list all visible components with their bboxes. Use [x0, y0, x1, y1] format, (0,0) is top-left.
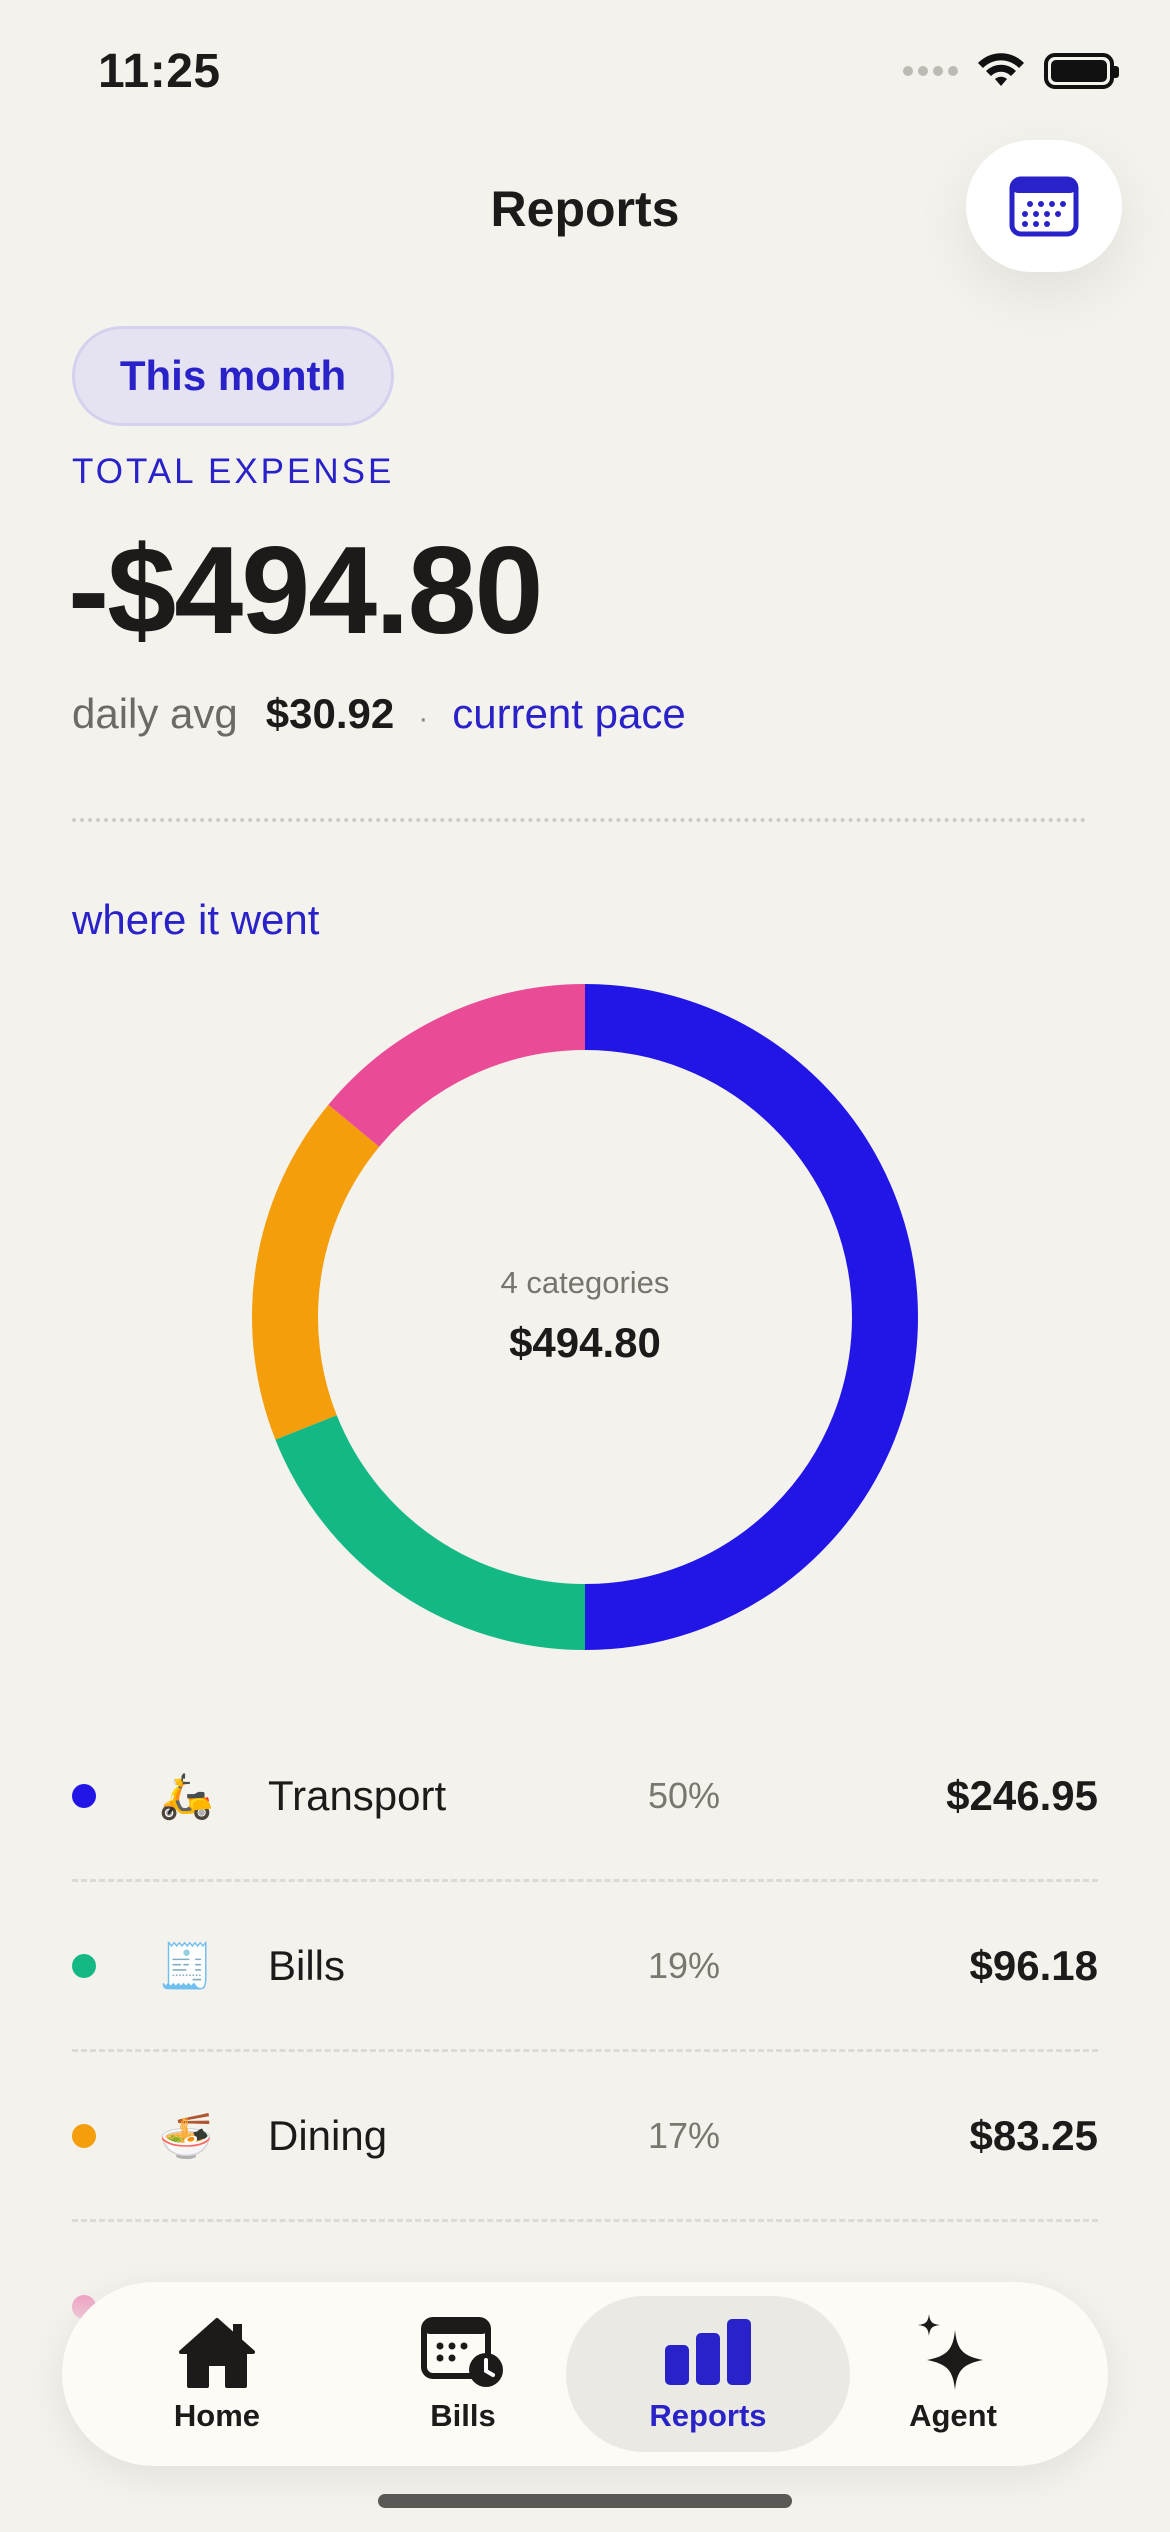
daily-average-row: daily avg $30.92 · current pace [72, 690, 686, 738]
tab-reports[interactable]: Reports [566, 2296, 850, 2452]
bills-color-dot [72, 1953, 96, 1978]
tab-bills[interactable]: Bills [348, 2296, 578, 2452]
home-indicator [378, 2494, 792, 2508]
category-name: Dining [268, 2111, 388, 2159]
category-name: Bills [268, 1941, 346, 1989]
scooter-icon: 🛵 [158, 1771, 214, 1821]
category-percent: 50% [648, 1774, 721, 1816]
category-percent: 19% [648, 1944, 721, 1986]
battery-icon [1044, 53, 1119, 89]
category-row-bills[interactable]: 🧾 Bills 19% $96.18 [72, 1882, 1098, 2052]
tab-bar: Home Bills Reports Agent [62, 2282, 1108, 2466]
donut-slice-bills [275, 1414, 586, 1650]
tab-label: Bills [430, 2398, 496, 2433]
range-selector[interactable]: This month [72, 326, 394, 426]
total-expense-label: TOTAL EXPENSE [72, 452, 395, 491]
category-count: 4 categories [500, 1265, 670, 1300]
current-pace-link[interactable]: current pace [452, 690, 685, 738]
category-name: Transport [268, 1771, 447, 1819]
category-row-transport[interactable]: 🛵 Transport 50% $246.95 [72, 1712, 1098, 1882]
status-icons [903, 52, 1119, 90]
sparkle-icon [918, 2314, 983, 2390]
tab-label: Agent [909, 2398, 997, 2433]
where-it-went-label: where it went [72, 896, 320, 943]
tab-label: Reports [649, 2398, 767, 2433]
wifi-icon [978, 53, 1024, 86]
daily-avg-value: $30.92 [265, 690, 395, 737]
separator-dot: · [418, 702, 429, 735]
category-row-dining[interactable]: 🍜 Dining 17% $83.25 [72, 2052, 1098, 2222]
total-expense-amount: -$494.80 [68, 522, 544, 660]
noodles-icon: 🍜 [158, 2111, 214, 2161]
donut-center: 4 categories $494.80 [250, 1265, 920, 1367]
dining-color-dot [72, 2123, 96, 2148]
home-icon [179, 2318, 255, 2388]
cellular-signal-icon [903, 66, 958, 76]
category-amount: $246.95 [946, 1771, 1098, 1819]
section-divider [72, 818, 1086, 822]
daily-avg-label: daily avg [72, 690, 238, 737]
bar-chart-icon [665, 2319, 751, 2385]
donut-slice-other [328, 984, 586, 1148]
tab-label: Home [173, 2398, 261, 2433]
receipt-icon: 🧾 [158, 1941, 214, 1991]
transport-color-dot [72, 1783, 96, 1808]
bills-calendar-icon [421, 2317, 503, 2387]
category-amount: $83.25 [969, 2111, 1098, 2159]
tab-agent[interactable]: Agent [838, 2296, 1068, 2452]
calendar-icon [1009, 176, 1079, 237]
donut-total: $494.80 [509, 1319, 661, 1366]
category-percent: 17% [648, 2114, 721, 2156]
calendar-button[interactable] [966, 140, 1122, 272]
status-time: 11:25 [98, 45, 221, 98]
tab-home[interactable]: Home [102, 2296, 332, 2452]
category-amount: $96.18 [969, 1941, 1098, 1989]
